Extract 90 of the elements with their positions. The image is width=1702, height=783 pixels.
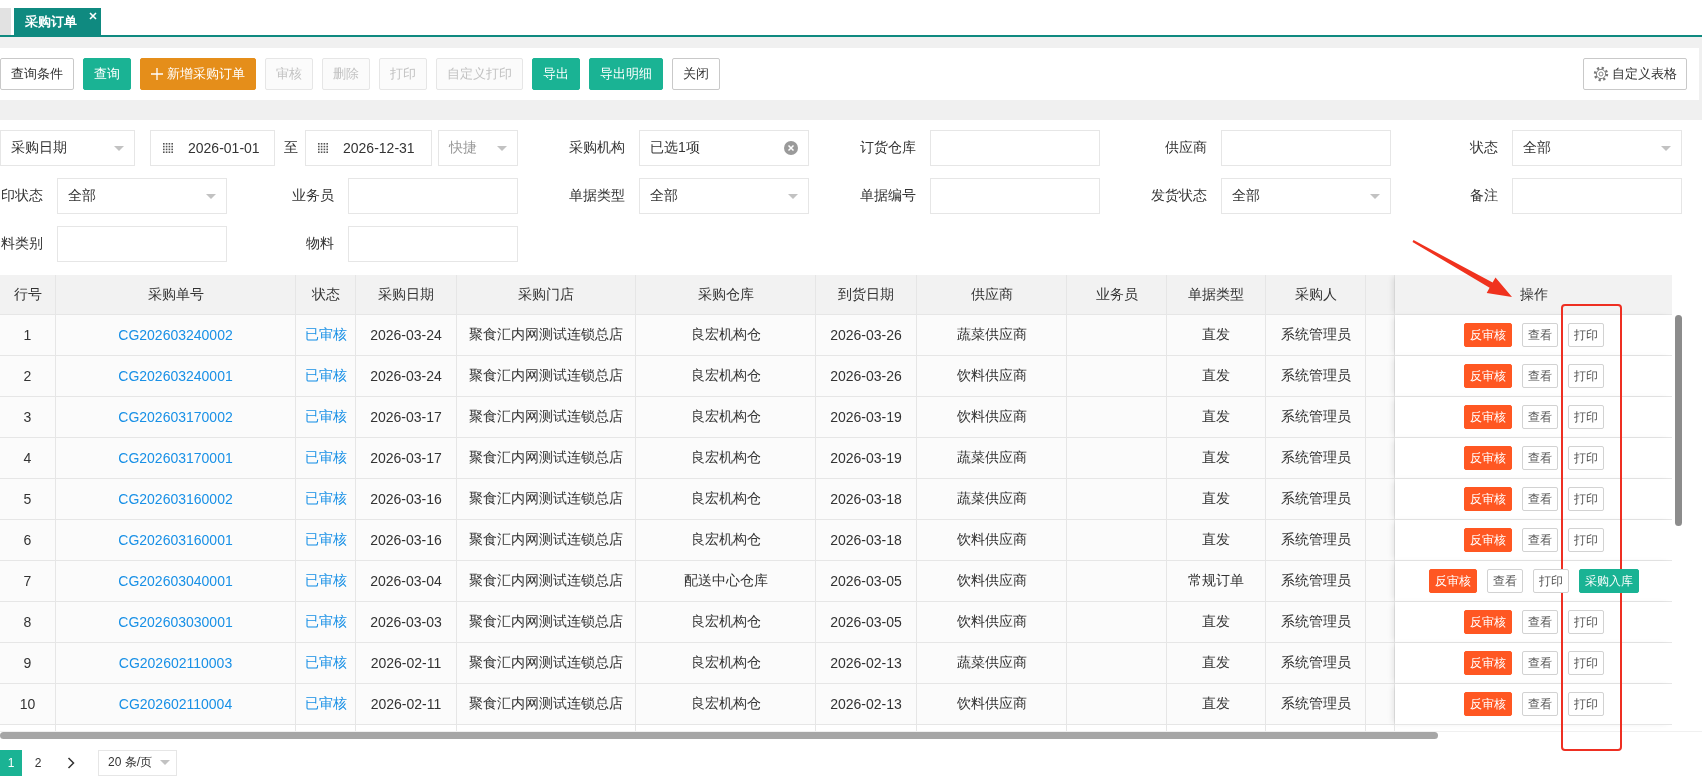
print-button[interactable]: 打印	[1567, 528, 1604, 552]
field-label: 订货仓库	[860, 139, 916, 157]
field-label: 单据编号	[860, 187, 916, 205]
caret-icon	[206, 193, 216, 199]
table-cell: 聚食汇内网测试连锁总店	[457, 684, 636, 725]
table-cell: 2026-02-13	[816, 684, 917, 725]
horizontal-scrollbar[interactable]	[0, 732, 1438, 739]
status-text: 已审核	[304, 572, 347, 590]
status-text: 已审核	[304, 490, 347, 508]
input-field[interactable]	[930, 130, 1100, 166]
tab[interactable]	[0, 8, 11, 35]
view-button[interactable]: 查看	[1486, 569, 1523, 593]
print-button[interactable]: 打印	[1532, 569, 1569, 593]
print-button[interactable]: 打印	[1567, 610, 1604, 634]
tab[interactable]: 采购订单	[14, 8, 101, 35]
input-field[interactable]	[1221, 130, 1391, 166]
close-icon[interactable]	[89, 12, 97, 20]
input-field[interactable]	[930, 178, 1100, 214]
table-cell: 系统管理员	[1266, 684, 1366, 725]
print-button[interactable]: 打印	[1567, 651, 1604, 675]
clear-icon[interactable]	[784, 141, 798, 155]
caret-icon	[497, 145, 507, 151]
table-cell: 直发	[1167, 684, 1266, 725]
column-header: 操作	[1395, 275, 1672, 315]
print-button[interactable]: 打印	[1567, 446, 1604, 470]
customize-table-button[interactable]: 自定义表格	[1583, 58, 1687, 90]
plus-icon	[151, 68, 163, 80]
view-button[interactable]: 查看	[1521, 528, 1558, 552]
view-button[interactable]: 查看	[1521, 610, 1558, 634]
view-button[interactable]: 查看	[1521, 323, 1558, 347]
field-label: 业务员	[292, 187, 334, 205]
print-button[interactable]: 打印	[1567, 487, 1604, 511]
view-button[interactable]: 查看	[1521, 692, 1558, 716]
page-button[interactable]: 2	[27, 749, 49, 776]
field-label: 发货状态	[1151, 187, 1207, 205]
calendar-icon	[163, 143, 173, 153]
print-button[interactable]: 打印	[1567, 692, 1604, 716]
field-label: 料类别	[1, 235, 43, 253]
field-label: 印状态	[1, 187, 43, 205]
input-field[interactable]	[348, 226, 518, 262]
separator-label: 至	[284, 139, 298, 157]
select-field[interactable]: 全部	[57, 178, 227, 214]
view-button[interactable]: 查看	[1521, 364, 1558, 388]
view-button[interactable]: 查看	[1521, 405, 1558, 429]
picker-field[interactable]: 已选1项	[639, 130, 809, 166]
gear-icon	[1593, 66, 1609, 82]
print-button[interactable]: 打印	[1567, 364, 1604, 388]
caret-icon	[1370, 193, 1380, 199]
field-label: 采购机构	[569, 139, 625, 157]
status-text: 已审核	[304, 326, 347, 344]
toolbar-button[interactable]: 关闭	[672, 58, 720, 90]
table-cell: 饮料供应商	[917, 684, 1067, 725]
view-button[interactable]: 查看	[1521, 487, 1558, 511]
input-field[interactable]	[1512, 178, 1682, 214]
caret-icon	[1661, 145, 1671, 151]
status-text: 已审核	[304, 449, 347, 467]
calendar-icon	[318, 143, 328, 153]
print-button[interactable]: 打印	[1567, 323, 1604, 347]
field-label: 供应商	[1165, 139, 1207, 157]
caret-icon	[114, 145, 124, 151]
table-cell: 10	[0, 684, 56, 725]
select-field[interactable]: 全部	[1512, 130, 1682, 166]
select-field[interactable]: 全部	[639, 178, 809, 214]
input-field[interactable]	[57, 226, 227, 262]
select-field[interactable]: 全部	[1221, 178, 1391, 214]
table-cell: 良宏机构仓	[636, 684, 816, 725]
select-field[interactable]: 采购日期	[0, 130, 135, 166]
date-field[interactable]: 2026-12-31	[305, 130, 432, 166]
status-text: 已审核	[304, 531, 347, 549]
print-button[interactable]: 打印	[1567, 405, 1604, 429]
field-label: 物料	[306, 235, 334, 253]
view-button[interactable]: 查看	[1521, 446, 1558, 470]
input-field[interactable]	[348, 178, 518, 214]
status-text: 已审核	[304, 408, 347, 426]
date-field[interactable]: 2026-01-01	[150, 130, 275, 166]
vertical-scrollbar[interactable]	[1675, 315, 1682, 526]
view-button[interactable]: 查看	[1521, 651, 1558, 675]
field-label: 备注	[1470, 187, 1498, 205]
status-text: 已审核	[304, 695, 347, 713]
toolbar-button[interactable]: 查询条件	[0, 58, 74, 90]
next-page-icon[interactable]	[67, 756, 75, 769]
status-text: 已审核	[304, 654, 347, 672]
page-size-select[interactable]: 20 条/页	[98, 749, 177, 776]
status-text: 已审核	[304, 367, 347, 385]
caret-icon	[160, 760, 170, 765]
field-label: 状态	[1470, 139, 1498, 157]
caret-icon	[788, 193, 798, 199]
table-cell: 2026-02-11	[356, 684, 457, 725]
status-text: 已审核	[304, 613, 347, 631]
field-label: 单据类型	[569, 187, 625, 205]
